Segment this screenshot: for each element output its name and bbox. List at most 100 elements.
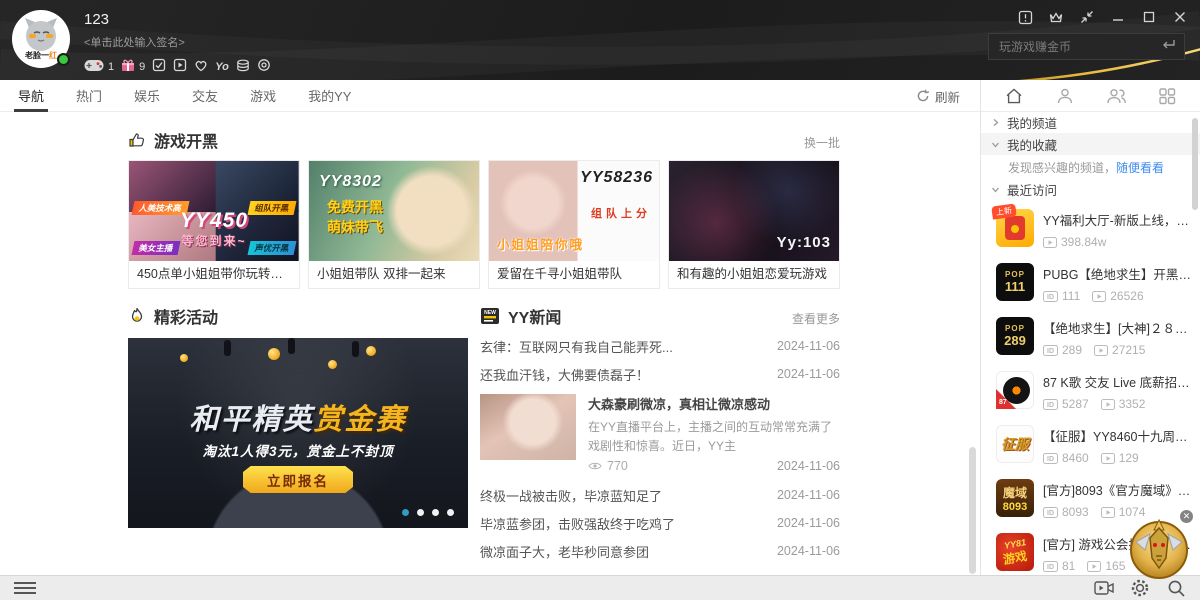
- screen-record-icon[interactable]: [1094, 578, 1114, 598]
- refresh-button[interactable]: 刷新: [916, 80, 960, 112]
- svg-text:ID: ID: [1047, 510, 1054, 517]
- section-my-channels[interactable]: 我的频道: [981, 112, 1200, 133]
- news-item[interactable]: 毕凉蓝参团，击败强敌终于吃鸡了 2024-11-06: [480, 509, 840, 537]
- card-caption: 爱留在千寻小姐姐带队: [489, 261, 659, 288]
- channel-icon: YY81 游戏: [996, 533, 1034, 571]
- svg-text:NEW: NEW: [484, 310, 496, 316]
- discover-link[interactable]: 随便看看: [1116, 159, 1164, 176]
- medal-badge-popup[interactable]: ✕: [1128, 512, 1190, 584]
- sidebar-scroll-area: 我的频道 我的收藏 发现感兴趣的频道， 随便看看 最近访问 上新: [981, 112, 1200, 574]
- banner-figure: [352, 341, 359, 357]
- channel-item[interactable]: 87 87 K歌 交友 Live 底薪招歌手 首页排行 ID 5287 3352: [981, 364, 1200, 418]
- nav-bar: 导航 热门 娱乐 交友 游戏 我的YY 刷新: [0, 80, 980, 112]
- tab-games[interactable]: 游戏: [250, 80, 276, 112]
- search-input[interactable]: [997, 39, 1160, 55]
- tab-my-yy[interactable]: 我的YY: [308, 80, 351, 112]
- main-menu-icon[interactable]: [14, 582, 36, 597]
- channel-item[interactable]: 征服 【征服】YY8460十九周年庆一起闯荡19 ID 8460 129: [981, 418, 1200, 472]
- game-badge-count: 1: [108, 61, 114, 73]
- game-section-title: 游戏开黑: [154, 128, 218, 152]
- card-overlay-line: 免费开黑: [327, 197, 383, 217]
- news-more-link[interactable]: 查看更多: [792, 310, 840, 327]
- news-item[interactable]: 还我血汗钱，大佛要债磊子！ 2024-11-06: [480, 360, 840, 388]
- board-badge-icon[interactable]: [152, 58, 166, 75]
- tab-friends[interactable]: 交友: [192, 80, 218, 112]
- game-badge-icon[interactable]: [84, 59, 104, 75]
- tab-hot[interactable]: 热门: [76, 80, 102, 112]
- home-icon[interactable]: [1003, 85, 1025, 107]
- svg-text:ID: ID: [1047, 348, 1054, 355]
- contacts-icon[interactable]: [1054, 85, 1076, 107]
- game-card[interactable]: 人美技术高 组队开黑 YY450 等您到来~ 美女主播 声优开黑 450点单小姐…: [128, 160, 300, 289]
- close-icon[interactable]: ✕: [1180, 510, 1193, 523]
- discover-hint: 发现感兴趣的频道， 随便看看: [981, 155, 1200, 179]
- card-tag: 美女主播: [132, 241, 181, 255]
- card-overlay-title: Yy:103: [777, 234, 831, 251]
- carousel-dot[interactable]: [432, 509, 439, 516]
- signup-button[interactable]: 立即报名: [243, 466, 353, 493]
- channel-item[interactable]: 上新 YY福利大厅-新版上线，Q币皮肤免费领 398.84w: [981, 202, 1200, 256]
- main-content: 游戏开黑 换一批 人美技术高 组队开黑 YY450 等您到来~ 美女主播 声优开…: [0, 112, 980, 575]
- card-caption: 450点单小姐姐带你玩转峡谷: [129, 261, 299, 288]
- svg-text:ID: ID: [1047, 294, 1054, 301]
- game-section-header: 游戏开黑: [128, 128, 218, 152]
- close-icon[interactable]: [1172, 9, 1188, 25]
- coin-decoration: [268, 348, 280, 360]
- section-my-favorites[interactable]: 我的收藏: [981, 133, 1200, 155]
- minimize-icon[interactable]: [1110, 9, 1126, 25]
- video-badge-icon[interactable]: [173, 58, 187, 75]
- game-card[interactable]: YY58236 组队上分 小姐姐陪你哦 爱留在千寻小姐姐带队: [488, 160, 660, 289]
- search-enter-icon[interactable]: [1160, 38, 1176, 56]
- sidebar-scrollbar-thumb[interactable]: [1192, 118, 1198, 210]
- screen-icon: [1087, 561, 1101, 572]
- collapse-window-icon[interactable]: [1079, 9, 1095, 25]
- target-badge-icon[interactable]: [257, 58, 271, 75]
- activity-section-header: 精彩活动: [128, 304, 218, 328]
- tab-entertainment[interactable]: 娱乐: [134, 80, 160, 112]
- game-card[interactable]: YY8302 免费开黑 萌妹带飞 小姐姐带队 双排一起来: [308, 160, 480, 289]
- news-item[interactable]: 玄律：互联网只有我自己能弄死... 2024-11-06: [480, 332, 840, 360]
- coin-decoration: [366, 346, 376, 356]
- game-more-link[interactable]: 换一批: [804, 134, 840, 151]
- groups-icon[interactable]: [1105, 85, 1127, 107]
- maximize-icon[interactable]: [1141, 9, 1157, 25]
- rewards-crown-icon[interactable]: [1048, 9, 1064, 25]
- viewer-count: 129: [1101, 451, 1139, 465]
- heart-badge-icon[interactable]: [194, 59, 208, 75]
- featured-news-item[interactable]: 大森豪刷微凉，真相让微凉感动 在YY直播平台上，主播之间的互动常常充满了戏剧性和…: [480, 388, 840, 481]
- gift-badge-icon[interactable]: [121, 58, 135, 75]
- identity-block: 123 <单击此处输入签名> 1 9: [84, 11, 271, 75]
- screen-icon: [1043, 237, 1057, 248]
- coins-badge-icon[interactable]: [236, 59, 250, 75]
- card-overlay-title: YY8302: [319, 173, 382, 191]
- yo-badge-icon[interactable]: Yo: [215, 61, 229, 73]
- news-item[interactable]: 微凉面子大，老毕秒同意参团 2024-11-06: [480, 537, 840, 565]
- titlebar: 老脸一红 123 <单击此处输入签名> 1 9: [0, 0, 1200, 80]
- user-avatar[interactable]: 老脸一红: [12, 10, 70, 68]
- carousel-dot[interactable]: [417, 509, 424, 516]
- news-item[interactable]: 终极一战被击败，毕凉蓝知足了 2024-11-06: [480, 481, 840, 509]
- carousel-dot[interactable]: [447, 509, 454, 516]
- news-list: 玄律：互联网只有我自己能弄死... 2024-11-06 还我血汗钱，大佛要债磊…: [480, 332, 840, 565]
- channel-item[interactable]: POP 289 【绝地求生】[大神]２８９三角洲/联盟/ ID 289: [981, 310, 1200, 364]
- apps-grid-icon[interactable]: [1156, 85, 1178, 107]
- viewer-count: 398.84w: [1043, 235, 1106, 249]
- section-recent-visits[interactable]: 最近访问: [981, 179, 1200, 200]
- red-envelope-icon: [1005, 216, 1025, 240]
- featured-news-thumbnail: [480, 394, 576, 460]
- channel-id: ID 8460: [1043, 451, 1089, 465]
- id-badge-icon: ID: [1043, 345, 1058, 356]
- username: 123: [84, 11, 271, 28]
- main-scrollbar-thumb[interactable]: [969, 447, 976, 574]
- banner-figure: [224, 340, 231, 356]
- game-card[interactable]: Yy:103 和有趣的小姐姐恋爱玩游戏: [668, 160, 840, 289]
- coin-decoration: [328, 360, 337, 369]
- signature-input[interactable]: <单击此处输入签名>: [84, 34, 271, 50]
- carousel-dot-active[interactable]: [402, 509, 409, 516]
- tab-navigation[interactable]: 导航: [18, 80, 44, 112]
- featured-news-excerpt: 在YY直播平台上，主播之间的互动常常充满了戏剧性和惊喜。近日，YY主: [588, 418, 840, 455]
- channel-item[interactable]: POP 111 PUBG【绝地求生】开黑[大神]全网第一 ID 111: [981, 256, 1200, 310]
- activity-banner[interactable]: 和平精英赏金赛 淘汰1人得3元，赏金上不封顶 立即报名: [128, 338, 468, 528]
- feedback-icon[interactable]: [1017, 9, 1033, 25]
- chevron-down-icon: [991, 140, 1000, 149]
